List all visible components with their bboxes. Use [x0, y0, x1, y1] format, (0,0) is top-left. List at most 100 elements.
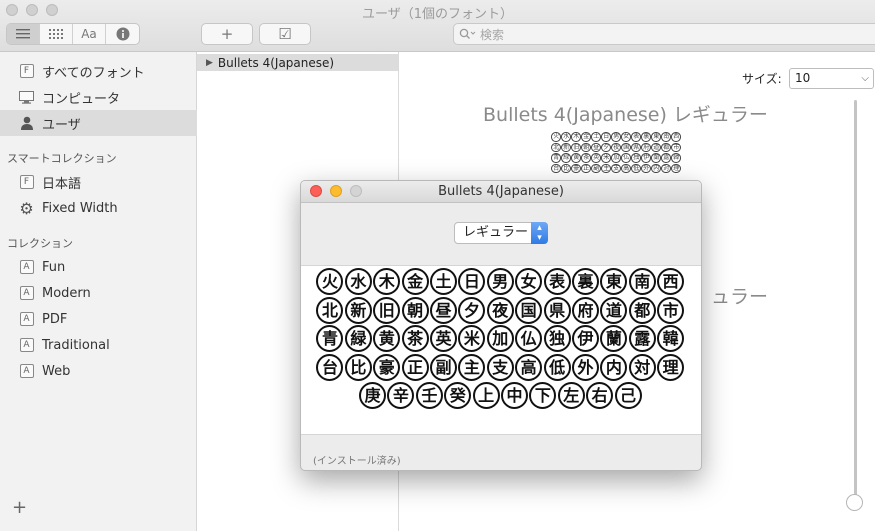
glyph-cell: 府 — [571, 296, 599, 324]
glyph-cell: 高 — [515, 353, 543, 381]
mini-glyph: 露 — [661, 153, 671, 163]
sidebar-item-japanese[interactable]: F 日本語 — [0, 169, 197, 195]
grid-view-button[interactable] — [40, 24, 73, 44]
mini-glyph: 都 — [661, 142, 671, 152]
mini-glyph: 道 — [651, 142, 661, 152]
mini-glyph: 低 — [631, 163, 641, 173]
list-view-button[interactable] — [7, 24, 40, 44]
mini-glyph: 対 — [661, 163, 671, 173]
glyph-row: 庚辛壬癸上中下左右己 — [301, 382, 701, 410]
glyph-cell: 蘭 — [600, 325, 628, 353]
install-status: (インストール済み) — [313, 456, 401, 467]
computer-icon — [19, 90, 34, 105]
glyph-cell: 国 — [515, 296, 543, 324]
add-collection-button[interactable]: + — [12, 497, 27, 518]
mini-glyph: 裏 — [641, 132, 651, 142]
sample-view-button[interactable]: Aa — [73, 24, 106, 44]
sidebar-item-label: Fixed Width — [42, 200, 118, 216]
mini-glyph: 表 — [631, 132, 641, 142]
mini-glyph: 副 — [591, 163, 601, 173]
mini-glyph: 朝 — [581, 142, 591, 152]
glyph-row: 青緑黄茶英米加仏独伊蘭露韓 — [301, 325, 701, 353]
mini-glyph: 日 — [601, 132, 611, 142]
glyph-cell: 理 — [657, 353, 685, 381]
sidebar-item-all-fonts[interactable]: F すべてのフォント — [0, 58, 197, 84]
glyph-row: 火水木金土日男女表裏東南西 — [301, 268, 701, 295]
sidebar-item-label: ユーザ — [42, 117, 81, 133]
search-placeholder: 検索 — [480, 27, 505, 42]
glyph-cell: 水 — [344, 268, 372, 295]
size-slider-knob[interactable] — [846, 494, 863, 511]
font-family-row-selected[interactable]: ▶ Bullets 4(Japanese) — [197, 54, 398, 71]
glyph-cell: 表 — [543, 268, 571, 295]
glyph-cell: 英 — [430, 325, 458, 353]
glyph-cell: 男 — [486, 268, 514, 295]
size-slider-track[interactable] — [854, 100, 857, 500]
preview-font-title-partial: ュラー — [711, 286, 769, 308]
glyph-cell: 新 — [344, 296, 372, 324]
mini-glyph: 仏 — [621, 153, 631, 163]
glyph-cell: 露 — [628, 325, 656, 353]
user-icon — [19, 116, 34, 131]
mini-glyph: 韓 — [671, 153, 681, 163]
list-view-icon — [16, 29, 30, 39]
mini-glyph: 夕 — [601, 142, 611, 152]
sidebar-item-label: すべてのフォント — [42, 65, 145, 81]
sidebar-item-user[interactable]: ユーザ — [0, 110, 197, 136]
glyph-cell: 南 — [628, 268, 656, 295]
grid-view-icon — [49, 29, 63, 39]
glyph-row: 台比豪正副主支高低外内対理 — [301, 353, 701, 381]
sidebar-item-modern[interactable]: A Modern — [0, 280, 197, 306]
info-icon — [116, 27, 129, 41]
mini-glyph: 主 — [601, 163, 611, 173]
size-label: サイズ: — [742, 72, 782, 86]
glyph-cell: 韓 — [657, 325, 685, 353]
mini-glyph: 蘭 — [651, 153, 661, 163]
glyph-cell: 庚 — [359, 382, 387, 410]
disclosure-triangle-icon[interactable]: ▶ — [206, 58, 213, 68]
sidebar-item-label: Fun — [42, 259, 66, 275]
font-box-icon: F — [19, 175, 34, 190]
sidebar-item-fun[interactable]: A Fun — [0, 254, 197, 280]
glyph-cell: 内 — [600, 353, 628, 381]
font-box-icon: F — [19, 64, 34, 79]
sidebar-item-traditional[interactable]: A Traditional — [0, 332, 197, 358]
mini-glyph: 県 — [631, 142, 641, 152]
glyph-cell: 緑 — [344, 325, 372, 353]
sidebar-item-fixed-width[interactable]: ⚙ Fixed Width — [0, 195, 197, 221]
glyph-cell: 西 — [657, 268, 685, 295]
collection-heading: コレクション — [7, 237, 73, 250]
glyph-cell: 北 — [316, 296, 344, 324]
glyph-cell: 旧 — [373, 296, 401, 324]
glyph-cell: 黄 — [373, 325, 401, 353]
add-font-button[interactable]: + — [201, 23, 253, 45]
glyph-cell: 仏 — [515, 325, 543, 353]
glyph-cell: 主 — [458, 353, 486, 381]
validate-font-button[interactable]: ☑ — [259, 23, 311, 45]
size-combobox[interactable]: 10 ⌵ — [789, 68, 874, 89]
collection-icon: A — [19, 286, 34, 301]
glyph-cell: 伊 — [571, 325, 599, 353]
sidebar-item-label: Traditional — [42, 337, 110, 353]
collection-icon: A — [19, 260, 34, 275]
plus-icon: + — [220, 25, 234, 43]
mini-glyph: 英 — [591, 153, 601, 163]
glyph-cell: 下 — [529, 382, 557, 410]
sidebar-item-label: 日本語 — [42, 176, 82, 192]
info-view-button[interactable] — [106, 24, 139, 44]
glyph-cell: 比 — [344, 353, 372, 381]
mini-glyph: 茶 — [581, 153, 591, 163]
style-popup-button[interactable]: レギュラー ▴ ▾ — [454, 222, 548, 244]
search-field[interactable]: 検索 — [453, 23, 875, 45]
mini-glyph: 米 — [601, 153, 611, 163]
sidebar-item-web[interactable]: A Web — [0, 358, 197, 384]
chevron-down-icon[interactable]: ⌵ — [861, 69, 869, 88]
mini-glyph: 高 — [621, 163, 631, 173]
mini-glyph: 昼 — [591, 142, 601, 152]
glyph-cell: 市 — [657, 296, 685, 324]
glyph-cell: 女 — [515, 268, 543, 295]
sidebar-item-computer[interactable]: コンピュータ — [0, 84, 197, 110]
sidebar-item-pdf[interactable]: A PDF — [0, 306, 197, 332]
glyph-cell: 左 — [557, 382, 585, 410]
mini-glyph: 理 — [671, 163, 681, 173]
